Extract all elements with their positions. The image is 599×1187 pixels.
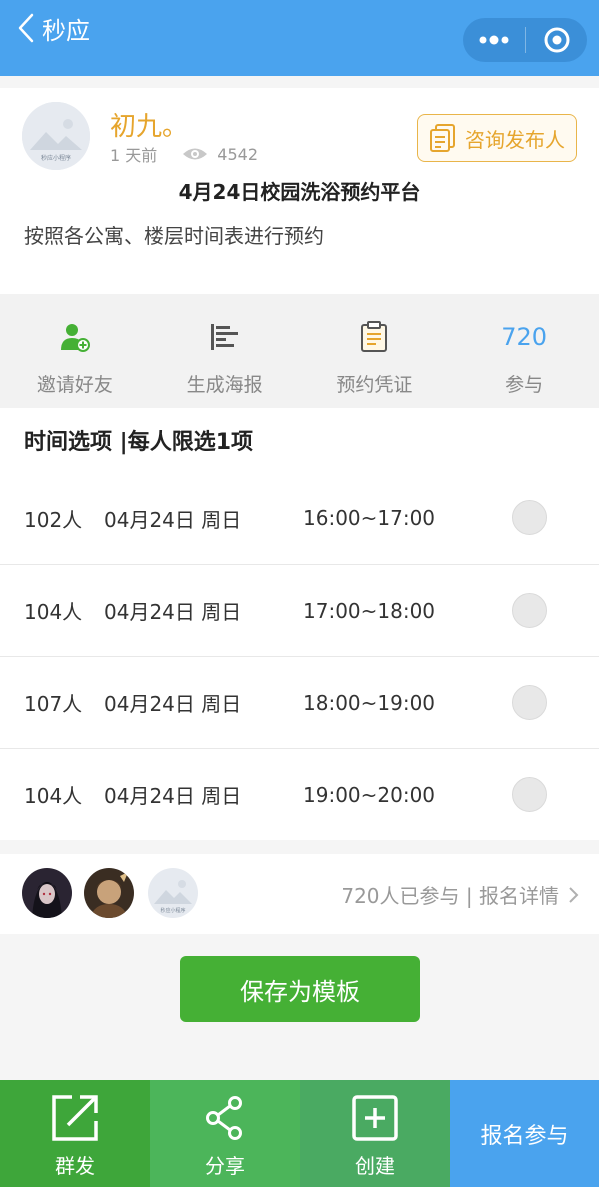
participants-label: 参与 (505, 374, 544, 396)
participant-avatar (22, 868, 72, 918)
broadcast-button[interactable]: 群发 (0, 1080, 150, 1187)
create-button[interactable]: 创建 (300, 1080, 450, 1187)
activity-header: 秒应小程序 初九。 1 天前 4542 咨询发布人 4月24日校园洗浴预约平台 … (0, 88, 599, 294)
page: 秒应 秒应小程序 初九。 1 天前 4542 咨询发布人 4月24日校园洗浴预约… (0, 0, 599, 1187)
option-time: 18:00~19:00 (303, 690, 436, 715)
participants-summary[interactable]: 720人已参与 | 报名详情 (341, 880, 579, 909)
edit-share-icon (50, 1092, 100, 1144)
participant-avatar: 秒应小程序 (148, 868, 198, 918)
mini-program-capsule (463, 18, 587, 62)
option-radio[interactable] (512, 777, 547, 812)
option-radio[interactable] (512, 685, 547, 720)
voucher-action[interactable]: 预约凭证 (300, 294, 450, 408)
time-ago: 1 天前 (110, 146, 158, 165)
activity-description: 按照各公寓、楼层时间表进行预约 (24, 224, 324, 248)
time-option[interactable]: 104人 04月24日 周日 19:00~20:00 (0, 748, 599, 840)
consult-publisher-button[interactable]: 咨询发布人 (417, 114, 577, 162)
view-count-value: 4542 (217, 144, 258, 164)
option-time: 19:00~20:00 (303, 782, 436, 807)
time-option[interactable]: 102人 04月24日 周日 16:00~17:00 (0, 472, 599, 564)
participants-summary-text: 720人已参与 | 报名详情 (341, 884, 559, 908)
create-label: 创建 (355, 1154, 395, 1178)
more-dots-icon[interactable] (463, 18, 525, 62)
option-date: 04月24日 周日 (104, 692, 242, 716)
post-meta: 1 天前 4542 (110, 142, 258, 166)
time-options-list: 102人 04月24日 周日 16:00~17:00 104人 04月24日 周… (0, 472, 599, 840)
register-button[interactable]: 报名参与 (450, 1080, 599, 1187)
participants-count-action[interactable]: 720 参与 (449, 294, 599, 408)
app-title: 秒应 (42, 16, 90, 45)
register-label: 报名参与 (480, 1123, 569, 1149)
eye-icon (183, 148, 208, 160)
share-label: 分享 (205, 1154, 245, 1178)
publisher-avatar[interactable]: 秒应小程序 (22, 102, 90, 170)
generate-poster-action[interactable]: 生成海报 (150, 294, 300, 408)
option-count: 104人 (24, 784, 83, 808)
option-count: 102人 (24, 507, 83, 532)
action-row: 邀请好友 生成海报 预约凭证 720 参与 (0, 294, 599, 408)
participants-row[interactable]: 秒应小程序 720人已参与 | 报名详情 (0, 854, 599, 934)
consult-label: 咨询发布人 (465, 127, 565, 152)
share-icon (204, 1092, 246, 1144)
chevron-right-icon (569, 886, 579, 903)
option-count: 107人 (24, 692, 83, 716)
option-radio[interactable] (512, 593, 547, 628)
option-radio[interactable] (512, 500, 547, 535)
option-time: 16:00~17:00 (303, 506, 436, 530)
option-date: 04月24日 周日 (104, 784, 242, 808)
save-as-template-button[interactable]: 保存为模板 (180, 956, 420, 1022)
invite-friends-action[interactable]: 邀请好友 (0, 294, 150, 408)
option-date: 04月24日 周日 (104, 507, 242, 532)
chevron-left-icon (18, 13, 34, 43)
top-bar: 秒应 (0, 0, 599, 76)
generate-poster-label: 生成海报 (186, 374, 263, 396)
voucher-icon (360, 320, 388, 354)
poster-icon (209, 320, 241, 354)
time-option[interactable]: 107人 04月24日 周日 18:00~19:00 (0, 656, 599, 748)
back-button[interactable]: 秒应 (18, 10, 90, 46)
participants-count: 720 (501, 323, 548, 351)
avatar-watermark: 秒应小程序 (160, 907, 185, 914)
view-count: 4542 (181, 145, 258, 164)
invite-friend-icon (59, 320, 91, 354)
option-count: 104人 (24, 600, 83, 624)
option-date: 04月24日 周日 (104, 600, 242, 624)
participant-avatar (84, 868, 134, 918)
plus-box-icon (351, 1092, 399, 1144)
broadcast-label: 群发 (55, 1154, 95, 1178)
option-time: 17:00~18:00 (303, 598, 436, 623)
publisher-name[interactable]: 初九。 (110, 106, 188, 143)
avatar-watermark: 秒应小程序 (41, 154, 71, 162)
activity-title: 4月24日校园洗浴预约平台 (178, 180, 421, 204)
target-circle-icon[interactable] (526, 18, 587, 62)
time-option[interactable]: 104人 04月24日 周日 17:00~18:00 (0, 564, 599, 656)
document-icon (430, 124, 455, 152)
time-options-heading: 时间选项 |每人限选1项 (0, 408, 599, 472)
share-button[interactable]: 分享 (150, 1080, 300, 1187)
invite-friends-label: 邀请好友 (36, 374, 113, 396)
voucher-label: 预约凭证 (336, 374, 413, 396)
bottom-bar: 群发 分享 创建 报名参与 (0, 1080, 599, 1187)
